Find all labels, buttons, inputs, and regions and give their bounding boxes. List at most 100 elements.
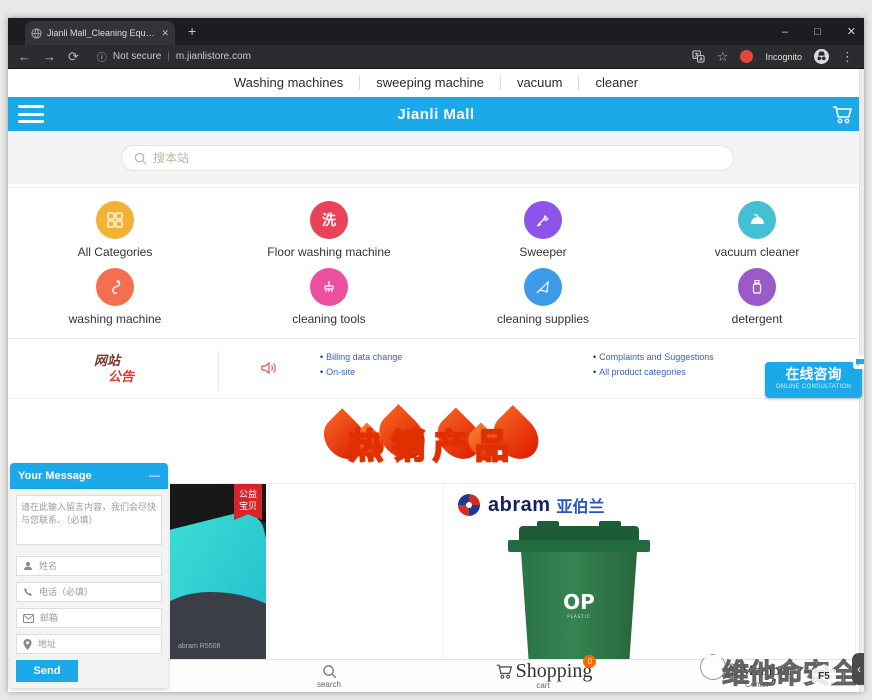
category-washing-machine[interactable]: washing machine [8,263,222,330]
window-maximize-button[interactable]: □ [814,26,821,38]
search-section [8,131,864,184]
forward-button[interactable]: → [43,50,56,63]
nav-washing-machines[interactable]: Washing machines [218,76,360,90]
url-divider: | [167,51,170,62]
name-field[interactable] [39,561,156,571]
announcement-bar: 网站 公告 •Billing data change •On-site •Com… [8,344,864,399]
speaker-icon [260,360,278,381]
globe-favicon-icon [31,28,42,39]
category-cleaning-tools[interactable]: cleaning tools [222,263,436,330]
tab-close-icon[interactable]: ✕ [161,28,169,39]
brand-name-en: abram [488,494,551,517]
category-cleaning-supplies[interactable]: cleaning supplies [436,263,650,330]
category-sweeper[interactable]: Sweeper [436,196,650,263]
announcement-link[interactable]: •Billing data change [320,352,402,362]
top-category-nav: Washing machines sweeping machine vacuum… [8,69,864,96]
site-viewport: Washing machines sweeping machine vacuum… [8,69,864,692]
site-header: Jianli Mall [8,97,864,131]
abram-pinwheel-icon [456,492,482,518]
form-minimize-icon[interactable]: — [149,470,160,482]
header-cart-icon[interactable] [830,103,854,130]
location-pin-icon [23,639,32,650]
announcement-link[interactable]: •All product categories [593,367,714,377]
cart-icon [494,662,514,680]
bottom-nav-shopping-cart[interactable]: Shopping 0 cart [436,660,650,692]
cart-count-badge: 0 [583,655,596,668]
message-form-header[interactable]: Your Message — [10,463,168,489]
product-card-empty[interactable] [268,484,440,660]
incognito-label: Incognito [765,52,802,62]
mail-icon [23,614,34,623]
hamburger-menu-icon[interactable] [18,105,44,123]
product-model-label: abram R5508 [178,643,220,650]
message-textarea[interactable] [16,495,162,545]
email-field-wrap [16,608,162,628]
announcement-title: 网站 公告 [94,353,164,385]
search-input[interactable] [153,151,721,165]
bottom-nav-member-center[interactable]: Member Center [650,660,864,692]
person-icon [23,561,33,571]
message-form: Your Message — [10,463,168,688]
product-card-trash-bin[interactable]: abram 亚伯兰 OPPLASTIC [443,484,856,660]
refresh-button[interactable]: ⟳ [68,50,79,63]
send-button[interactable]: Send [16,660,78,682]
member-person-icon [723,663,739,679]
vacuum-icon [738,201,776,239]
category-all[interactable]: All Categories [8,196,222,263]
broom-icon [524,201,562,239]
side-drawer-tab[interactable]: ‹ [852,653,864,685]
phone-field-wrap [16,582,162,602]
nav-vacuum[interactable]: vacuum [501,76,580,90]
translate-icon[interactable] [692,50,705,63]
window-minimize-button[interactable]: – [782,26,788,38]
product-image-scrubber[interactable]: abram R5508 公益 宝贝 [170,484,266,660]
security-label: Not secure [113,51,161,62]
browser-toolbar: ← → ⟳ ⓘ Not secure | m.jianlistore.com ☆… [8,45,864,69]
info-icon[interactable]: ⓘ [97,49,107,64]
tab-strip: Jianli Mall_Cleaning Equipment C ✕ + – □… [8,18,864,45]
tab-title: Jianli Mall_Cleaning Equipment C [47,28,156,38]
address-field-wrap [16,634,162,654]
site-title: Jianli Mall [397,106,474,123]
wash-char-icon: 洗 [310,201,348,239]
window-close-button[interactable]: ✕ [847,25,856,38]
search-box[interactable] [121,145,734,171]
browser-menu-icon[interactable]: ⋮ [841,50,854,63]
browser-tab[interactable]: Jianli Mall_Cleaning Equipment C ✕ [25,21,175,45]
hose-icon [96,268,134,306]
nav-sweeping-machine[interactable]: sweeping machine [360,76,501,90]
hot-products-banner: 热销产品 [320,407,546,467]
category-detergent[interactable]: detergent [650,263,864,330]
announcement-link[interactable]: •Complaints and Suggestions [593,352,714,362]
extension-icon[interactable] [740,50,753,63]
dustpan-icon [524,268,562,306]
divider [218,351,219,391]
address-field[interactable] [38,639,155,649]
search-icon [322,664,337,679]
bookmark-star-icon[interactable]: ☆ [717,50,729,63]
phone-icon [23,587,33,597]
online-consultation-button[interactable]: 在线咨询 ONLINE CONSULTATION [765,362,862,398]
bottom-nav-search[interactable]: search [222,660,436,692]
incognito-icon [814,49,829,64]
brand-name-cn: 亚伯兰 [557,493,605,517]
brand-logo: abram 亚伯兰 [456,492,605,518]
trash-bin-image: OPPLASTIC [504,520,654,660]
url-text[interactable]: m.jianlistore.com [176,51,251,62]
announcement-link[interactable]: •On-site [320,367,402,377]
back-button[interactable]: ← [18,50,31,63]
category-grid: All Categories 洗 Floor washing machine S… [8,187,864,339]
browser-window: Jianli Mall_Cleaning Equipment C ✕ + – □… [8,18,864,692]
bin-logo: OPPLASTIC [516,590,642,619]
nav-cleaner[interactable]: cleaner [579,76,654,90]
name-field-wrap [16,556,162,576]
brush-icon [310,268,348,306]
bottle-icon [738,268,776,306]
phone-field[interactable] [39,587,156,597]
category-vacuum-cleaner[interactable]: vacuum cleaner [650,196,864,263]
email-field[interactable] [40,613,157,623]
category-floor-washing-machine[interactable]: 洗 Floor washing machine [222,196,436,263]
search-icon [134,152,147,165]
address-bar[interactable]: ⓘ Not secure | m.jianlistore.com [97,49,680,64]
new-tab-button[interactable]: + [188,23,196,39]
